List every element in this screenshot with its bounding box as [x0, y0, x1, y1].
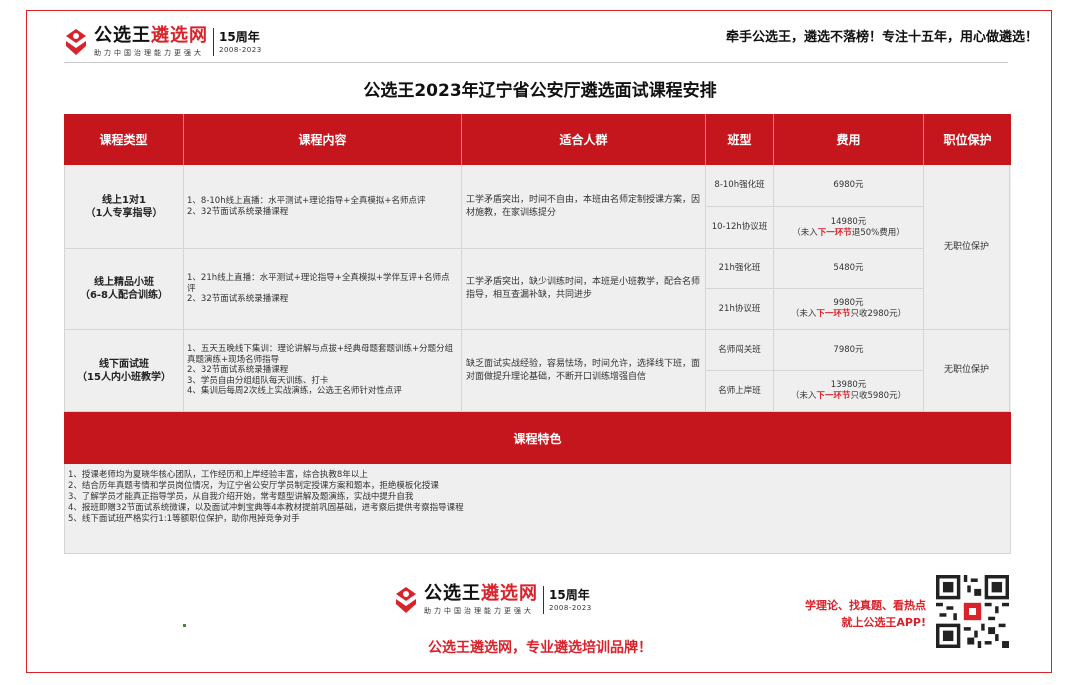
course-type-cell: 线下面试班 （15人内小班教学） — [65, 330, 183, 412]
audience-cell: 工学矛盾突出，时间不自由，本班由名师定制授课方案，因材施教，在家训练提分 — [462, 165, 705, 249]
features-title: 课程特色 — [64, 412, 1011, 464]
header-fee: 费用 — [774, 114, 924, 165]
fee-cell: 14980元 （未入下一环节退50%费用） — [774, 207, 923, 249]
course-type-cell: 线上精品小班 （6-8人配合训练） — [65, 249, 183, 330]
page-title: 公选王2023年辽宁省公安厅遴选面试课程安排 — [363, 81, 717, 101]
anniversary-years: 2008-2023 — [219, 46, 262, 54]
decorative-dot — [183, 624, 186, 627]
class-type-cell: 8-10h强化班 — [706, 165, 773, 207]
fee-cell: 5480元 — [774, 249, 923, 289]
protection-cell: 无职位保护 — [924, 165, 1009, 330]
class-type-cell: 21h协议班 — [706, 289, 773, 330]
footer-brand-logo[interactable]: 公选王遴选网 助力中国治理能力更强大 15周年 2008-2023 — [394, 584, 592, 616]
logo-divider — [213, 28, 214, 56]
audience-cell: 工学矛盾突出，缺少训练时间，本班是小班教学，配合名师指导，相互查漏补缺，共同进步 — [462, 249, 705, 330]
fee-cell: 7980元 — [774, 330, 923, 371]
header-audience: 适合人群 — [462, 114, 706, 165]
brand-slogan: 助力中国治理能力更强大 — [94, 49, 204, 57]
list-item: 3、了解学员才能真正指导学员，从自我介绍开始，常考题型讲解及题演练，实战中提升自… — [68, 492, 414, 502]
fee-cell: 9980元 （未入下一环节只收2980元） — [774, 289, 923, 330]
anniversary-label: 15周年 — [549, 588, 590, 602]
table-header-row: 课程类型 课程内容 适合人群 班型 费用 职位保护 — [64, 114, 1011, 165]
app-promo: 学理论、找真题、看热点 就上公选王APP! — [805, 599, 926, 629]
course-content-cell: 1、五天五晚线下集训：理论讲解与点拔+经典母题套题训练+分题分组真题演练+现场名… — [184, 330, 461, 412]
header-course-type: 课程类型 — [64, 114, 184, 165]
course-content-cell: 1、21h线上直播：水平测试+理论指导+全真模拟+学伴互评+名师点评 2、32节… — [184, 249, 461, 330]
brand-logo-icon — [66, 29, 86, 55]
features-list: 1、授课老师均为夏晓华核心团队，工作经历和上岸经验丰富，综合执教8年以上 2、结… — [64, 464, 1011, 554]
audience-cell: 缺乏面试实战经验，容易怯场，时间允许，选择线下班，面对面做提升理论基础，不断开口… — [462, 330, 705, 412]
list-item: 1、授课老师均为夏晓华核心团队，工作经历和上岸经验丰富，综合执教8年以上 — [68, 470, 368, 480]
header-protection: 职位保护 — [943, 133, 992, 147]
course-type-cell: 线上1对1 （1人专享指导） — [65, 165, 183, 249]
footer-slogan: 公选王遴选网，专业遴选培训品牌！ — [428, 640, 652, 656]
header-class-type: 班型 — [706, 114, 774, 165]
course-table: 课程类型 课程内容 适合人群 班型 费用 职位保护 线上1对1 （1人专享指导）… — [64, 114, 1011, 554]
logo-divider — [543, 586, 544, 614]
course-content-cell: 1、8-10h线上直播：水平测试+理论指导+全真模拟+名师点评 2、32节面试系… — [184, 165, 461, 249]
anniversary-label: 15周年 — [219, 30, 260, 44]
class-type-cell: 10-12h协议班 — [706, 207, 773, 249]
brand-name: 公选王遴选网 — [424, 583, 538, 604]
class-type-cell: 21h强化班 — [706, 249, 773, 289]
class-type-cell: 名师上岸班 — [706, 371, 773, 412]
table-body: 线上1对1 （1人专享指导） 线上精品小班 （6-8人配合训练） 线下面试班 （… — [64, 165, 1011, 412]
fee-cell: 6980元 — [774, 165, 923, 207]
protection-cell: 无职位保护 — [924, 330, 1009, 412]
list-item: 4、报班即赠32节面试系统微课，以及面试冲刺宝典等4本教材提前巩固基础，进考察后… — [68, 503, 464, 513]
fee-cell: 13980元 （未入下一环节只收5980元） — [774, 371, 923, 412]
list-item: 2、结合历年真题考情和学员岗位情况，为辽宁省公安厅学员制定授课方案和题本，拒绝模… — [68, 481, 439, 491]
brand-logo-icon — [396, 587, 416, 613]
brand-logo[interactable]: 公选王遴选网 助力中国治理能力更强大 15周年 2008-2023 — [64, 26, 262, 58]
brand-name: 公选王遴选网 — [94, 25, 208, 46]
header-tagline: 牵手公选王，遴选不落榜！专注十五年，用心做遴选！ — [725, 30, 1038, 45]
anniversary-years: 2008-2023 — [549, 604, 592, 612]
class-type-cell: 名师闯关班 — [706, 330, 773, 371]
header-divider — [64, 62, 1008, 63]
header-course-content: 课程内容 — [184, 114, 462, 165]
list-item: 5、线下面试班严格实行1:1等额职位保护，助你甩掉竞争对手 — [68, 514, 300, 524]
brand-slogan: 助力中国治理能力更强大 — [424, 607, 534, 615]
